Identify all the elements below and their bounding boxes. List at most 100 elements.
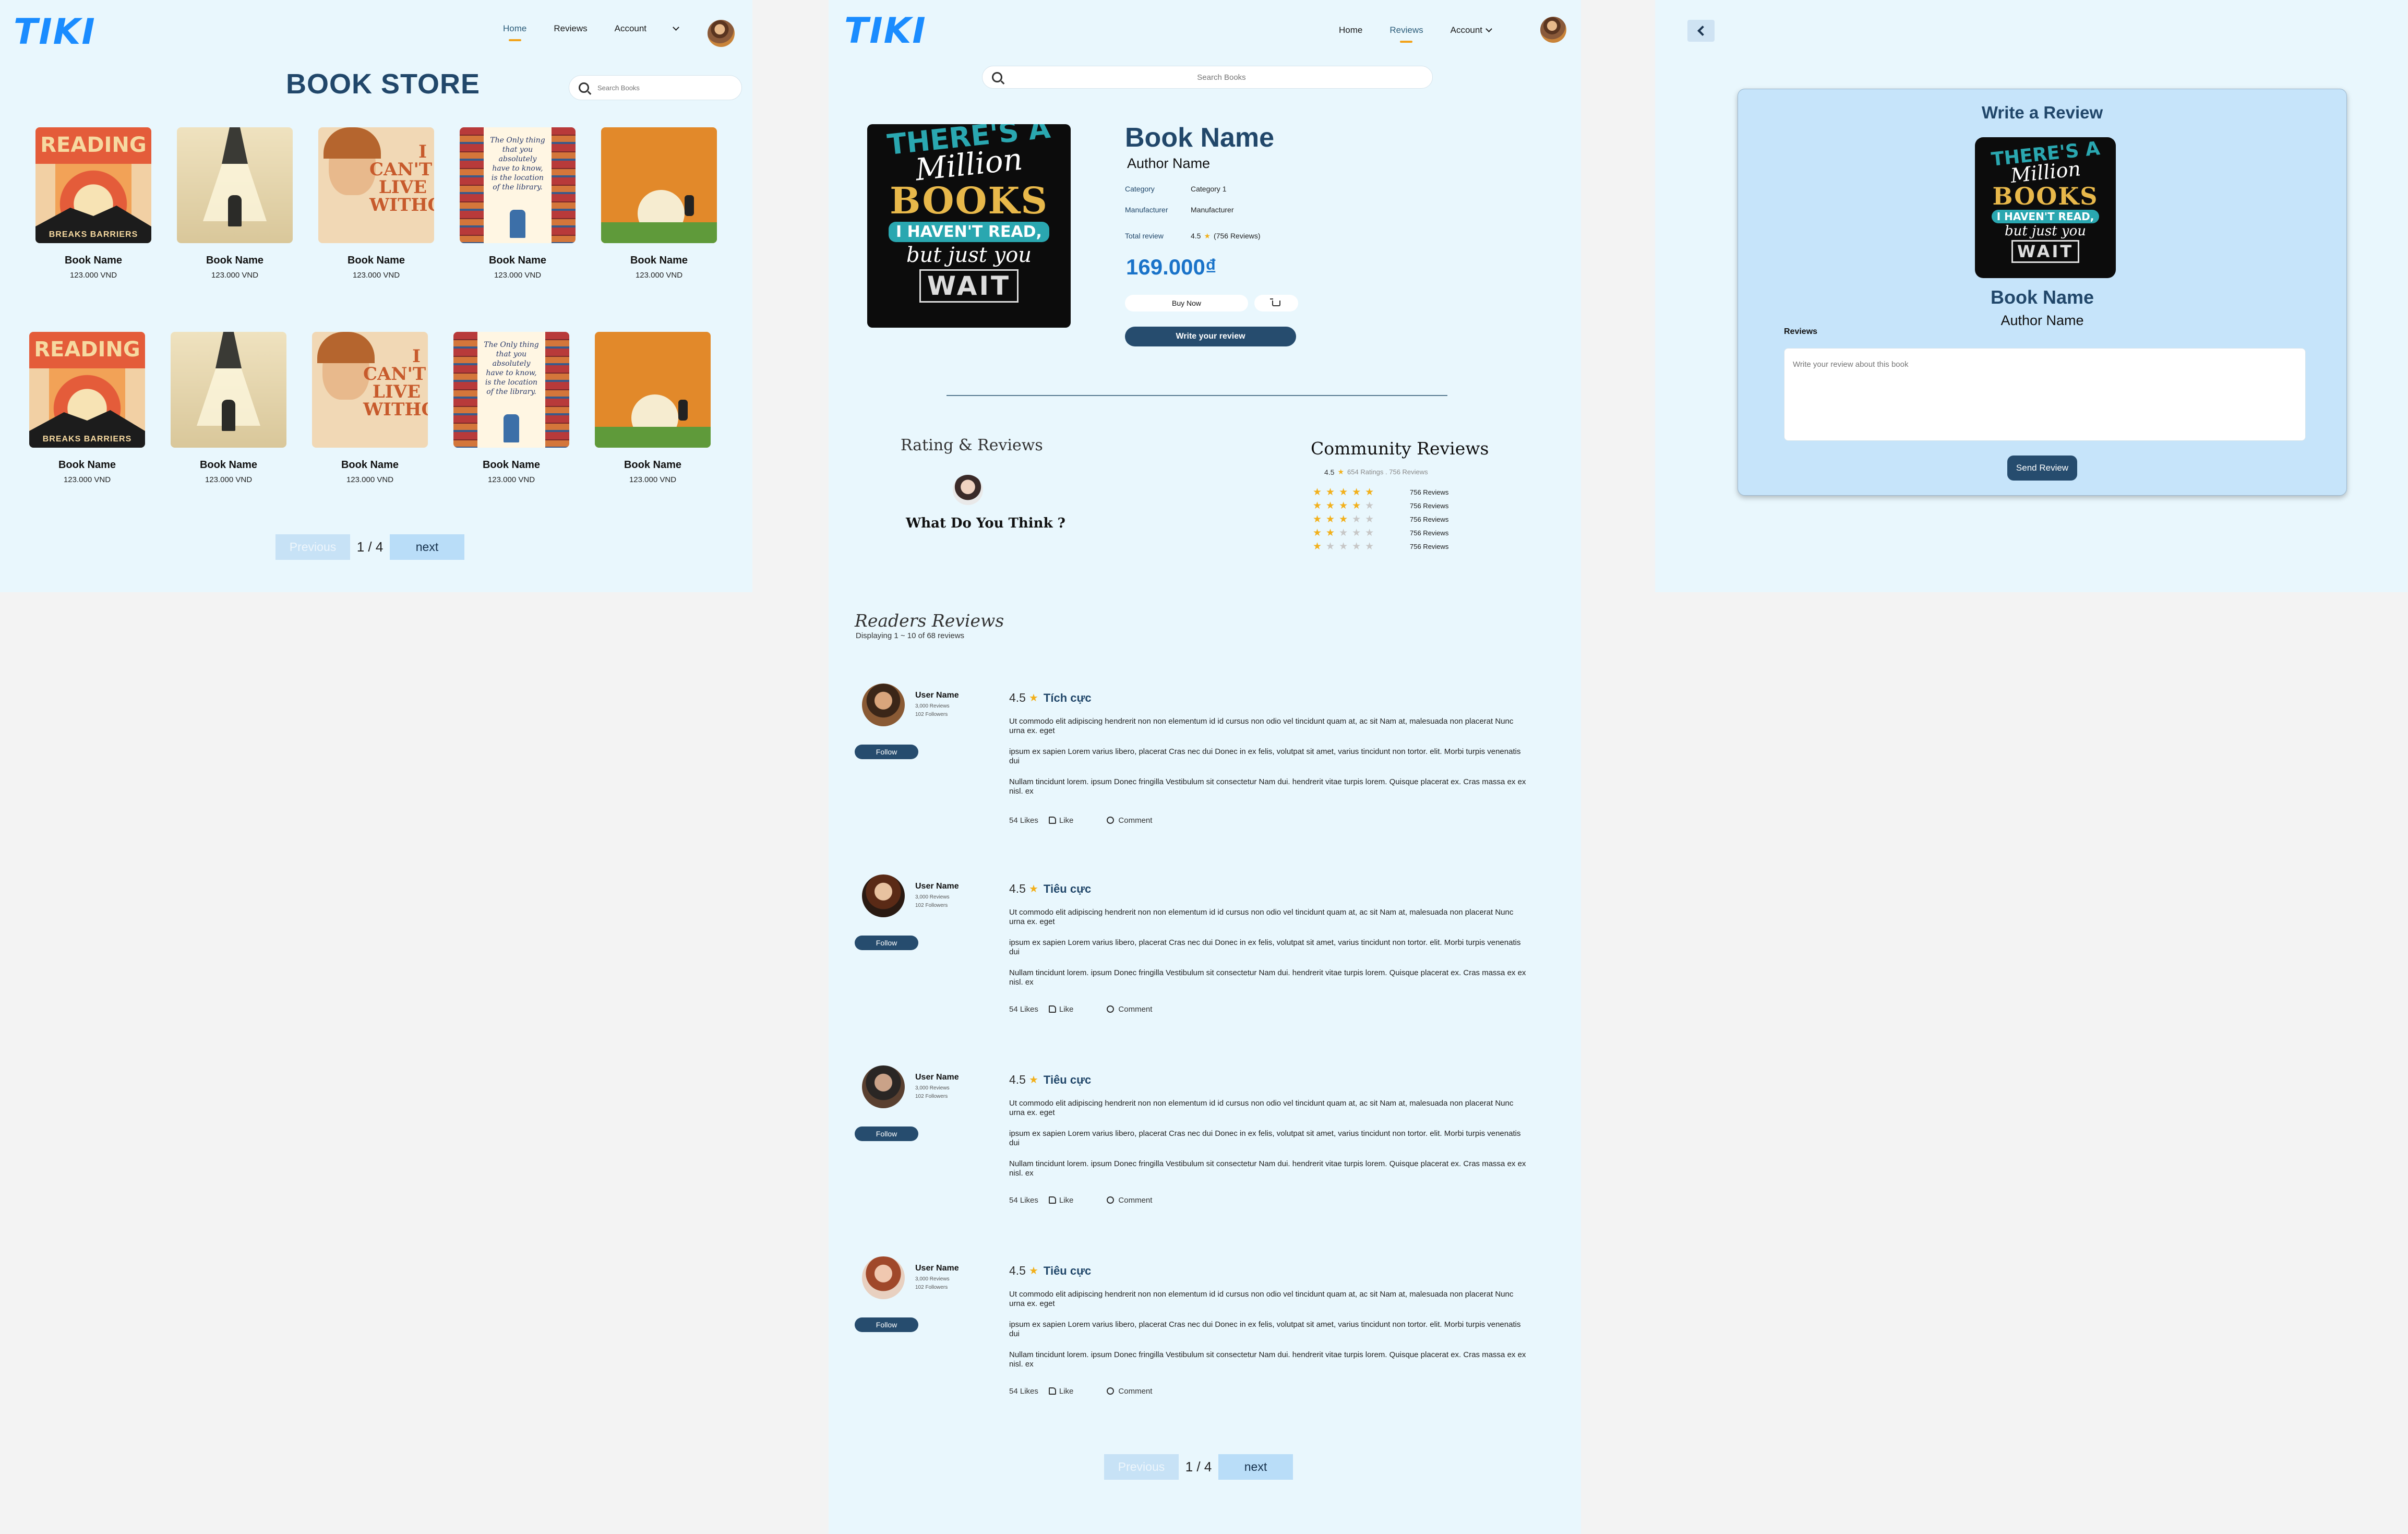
like-button[interactable]: Like [1048, 1196, 1073, 1205]
book-name[interactable]: Book Name [171, 459, 286, 471]
back-button[interactable] [1687, 20, 1715, 42]
search-bar[interactable] [982, 66, 1433, 89]
review-paragraph: Ut commodo elit adipiscing hendrerit non… [1009, 908, 1514, 926]
book-cover[interactable]: READING BREAKS BARRIERS [29, 332, 145, 448]
reviewer-name[interactable]: User Name [915, 882, 959, 891]
category-row: Category Category 1 [1125, 185, 1226, 193]
search-input[interactable] [1011, 73, 1432, 82]
search-icon[interactable] [579, 82, 589, 93]
search-icon[interactable] [992, 72, 1002, 82]
book-cover[interactable]: I CAN'T LIVE WITHOUT [318, 127, 434, 243]
book-card[interactable]: Book Name 123.000 VND [595, 332, 711, 484]
book-card[interactable]: READING BREAKS BARRIERS Book Name 123.00… [29, 332, 145, 484]
breakdown-count: 756 Reviews [1410, 488, 1449, 496]
main-nav: Home Reviews Account [1339, 25, 1492, 35]
reviewer-name[interactable]: User Name [915, 1073, 959, 1082]
reviewer-name[interactable]: User Name [915, 691, 959, 700]
user-avatar[interactable] [1540, 17, 1566, 43]
next-button[interactable]: next [390, 534, 464, 560]
reader-avatar [953, 475, 983, 505]
nav-account[interactable]: Account [615, 23, 679, 34]
follow-button[interactable]: Follow [855, 1126, 918, 1141]
book-name[interactable]: Book Name [35, 255, 151, 267]
book-cover[interactable]: I CAN'T LIVE WITHOUT [312, 332, 428, 448]
like-button[interactable]: Like [1048, 816, 1073, 825]
book-name[interactable]: Book Name [318, 255, 434, 267]
book-card[interactable]: Book Name 123.000 VND [177, 127, 293, 280]
book-name[interactable]: Book Name [601, 255, 717, 267]
sentiment-tag: Tiêu cực [1043, 1264, 1092, 1277]
book-cover[interactable] [595, 332, 711, 448]
nav-account[interactable]: Account [1451, 25, 1492, 35]
tiki-logo[interactable]: TIKI [844, 14, 927, 49]
nav-home[interactable]: Home [503, 23, 526, 34]
book-cover[interactable]: The Only thing that you absolutely have … [453, 332, 569, 448]
book-card[interactable]: Book Name 123.000 VND [171, 332, 286, 484]
buy-now-button[interactable]: Buy Now [1125, 295, 1248, 311]
nav-reviews[interactable]: Reviews [554, 23, 587, 34]
reviews-count-text: Displaying 1 ~ 10 of 68 reviews [856, 631, 965, 640]
comment-button[interactable]: Comment [1107, 816, 1152, 825]
book-price: 123.000 VND [487, 475, 535, 484]
comment-button[interactable]: Comment [1107, 1387, 1152, 1396]
previous-button[interactable]: Previous [275, 534, 350, 560]
review-textarea[interactable] [1784, 348, 2306, 441]
book-cover[interactable] [177, 127, 293, 243]
follow-button[interactable]: Follow [855, 745, 918, 759]
reviewer-avatar[interactable] [862, 874, 905, 917]
reviewer-reviews-count: 3,000 Reviews [915, 1276, 950, 1282]
follow-button[interactable]: Follow [855, 1317, 918, 1332]
review-item: User Name 3,000 Reviews 102 Followers Fo… [855, 1256, 1533, 1413]
book-cover[interactable] [171, 332, 286, 448]
book-card[interactable]: READING BREAKS BARRIERS Book Name 123.00… [35, 127, 151, 280]
book-name[interactable]: Book Name [177, 255, 293, 267]
write-review-button[interactable]: Write your review [1125, 327, 1296, 346]
reviewer-avatar[interactable] [862, 1256, 905, 1299]
breakdown-count: 756 Reviews [1410, 502, 1449, 510]
send-review-button[interactable]: Send Review [2007, 456, 2077, 481]
what-do-you-think-prompt[interactable]: What Do You Think ? [906, 516, 1065, 531]
page-title: BOOK STORE [286, 68, 481, 100]
user-avatar[interactable] [708, 20, 735, 47]
cover-text: WAIT [2011, 240, 2080, 263]
book-cover[interactable]: The Only thing that you absolutely have … [460, 127, 576, 243]
book-cover[interactable] [601, 127, 717, 243]
comment-button[interactable]: Comment [1107, 1005, 1152, 1014]
book-name[interactable]: Book Name [29, 459, 145, 471]
nav-home[interactable]: Home [1339, 25, 1362, 35]
comment-button[interactable]: Comment [1107, 1196, 1152, 1205]
book-card[interactable]: The Only thing that you absolutely have … [453, 332, 569, 484]
comment-icon [1107, 1196, 1115, 1204]
book-cover[interactable]: READING BREAKS BARRIERS [35, 127, 151, 243]
star-icon: ★ [1028, 1074, 1038, 1086]
nav-reviews[interactable]: Reviews [1389, 25, 1423, 35]
review-paragraph: ipsum ex sapien Lorem varius libero, pla… [1009, 1129, 1521, 1147]
book-name[interactable]: Book Name [460, 255, 576, 267]
book-name[interactable]: Book Name [595, 459, 711, 471]
like-button[interactable]: Like [1048, 1005, 1073, 1014]
like-label: Like [1059, 1387, 1074, 1396]
book-cover[interactable]: THERE'S A Million BOOKS I HAVEN'T READ, … [867, 124, 1071, 328]
book-name[interactable]: Book Name [453, 459, 569, 471]
book-card[interactable]: I CAN'T LIVE WITHOUT Book Name 123.000 V… [318, 127, 434, 280]
tiki-logo[interactable]: TIKI [14, 15, 96, 50]
like-button[interactable]: Like [1048, 1387, 1074, 1396]
follow-button[interactable]: Follow [855, 936, 918, 950]
book-card[interactable]: I CAN'T LIVE WITHOUT Book Name 123.000 V… [312, 332, 428, 484]
add-to-cart-button[interactable] [1254, 295, 1298, 311]
reviewer-name[interactable]: User Name [915, 1264, 959, 1273]
search-bar[interactable] [569, 75, 742, 100]
previous-button[interactable]: Previous [1104, 1454, 1179, 1480]
book-name[interactable]: Book Name [312, 459, 428, 471]
search-input[interactable] [597, 83, 741, 92]
book-card[interactable]: The Only thing that you absolutely have … [460, 127, 576, 280]
book-card[interactable]: Book Name 123.000 VND [601, 127, 717, 280]
stars-4: ★★★★★ [1313, 500, 1379, 511]
reviewer-avatar[interactable] [862, 1065, 905, 1108]
next-button[interactable]: next [1218, 1454, 1293, 1480]
chevron-left-icon [1697, 26, 1708, 36]
readers-reviews-title: Readers Reviews [855, 610, 1004, 631]
pagination: Previous 1 / 4 next [1104, 1454, 1293, 1480]
likes-count: 54 Likes [1009, 816, 1038, 825]
reviewer-avatar[interactable] [862, 684, 905, 726]
